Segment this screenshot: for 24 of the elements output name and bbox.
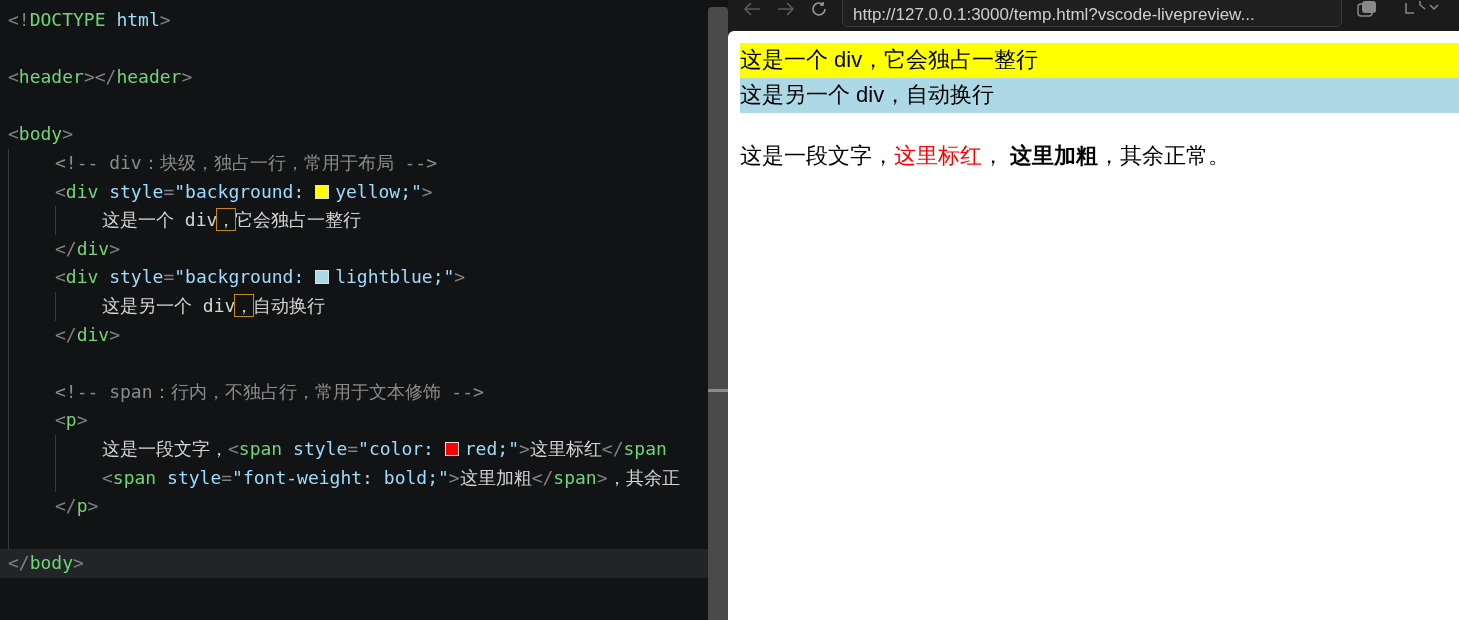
code-line: <p>: [55, 409, 88, 431]
code-line: </p>: [55, 495, 99, 517]
code-line: <!DOCTYPE html>: [8, 9, 171, 30]
code-line: </div>: [55, 323, 121, 345]
code-line: </div>: [55, 237, 121, 259]
paragraph-text: 这是一段文字，这里标红， 这里加粗，其余正常。: [740, 142, 1231, 170]
code-line: </body>: [8, 552, 84, 574]
code-line: <header></header>: [8, 66, 193, 88]
code-line: <span style="font-weight: bold;">这里加粗</span>，其余正: [102, 466, 680, 488]
code-line: 这是另一个 div，自动换行: [102, 294, 326, 316]
code-line: 这是一段文字，<span style="color: red;">这里标红</span: [102, 437, 667, 459]
block-div: 这是另一个 div，自动换行: [740, 78, 1459, 113]
address-bar[interactable]: http://127.0.0.1:3000/temp.html?vscode-livepreview...: [842, 0, 1342, 27]
code-line: <div style="background: lightblue;">: [55, 266, 466, 288]
forward-arrow-icon[interactable]: [776, 0, 796, 17]
back-arrow-icon[interactable]: [742, 0, 762, 17]
code-line: 这是一个 div，它会独占一整行: [102, 209, 362, 231]
refresh-icon[interactable]: [810, 0, 828, 17]
code-line: <!-- div：块级，独占一行，常用于布局 -->: [55, 151, 438, 173]
block-div: 这是一个 div，它会独占一整行: [740, 43, 1459, 78]
code-line: <!-- span：行内，不独占行，常用于文本修饰 -->: [55, 380, 484, 402]
code-line: <div style="background: yellow;">: [55, 180, 433, 202]
code-line: <body>: [8, 123, 74, 145]
scrollbar[interactable]: [708, 7, 728, 620]
